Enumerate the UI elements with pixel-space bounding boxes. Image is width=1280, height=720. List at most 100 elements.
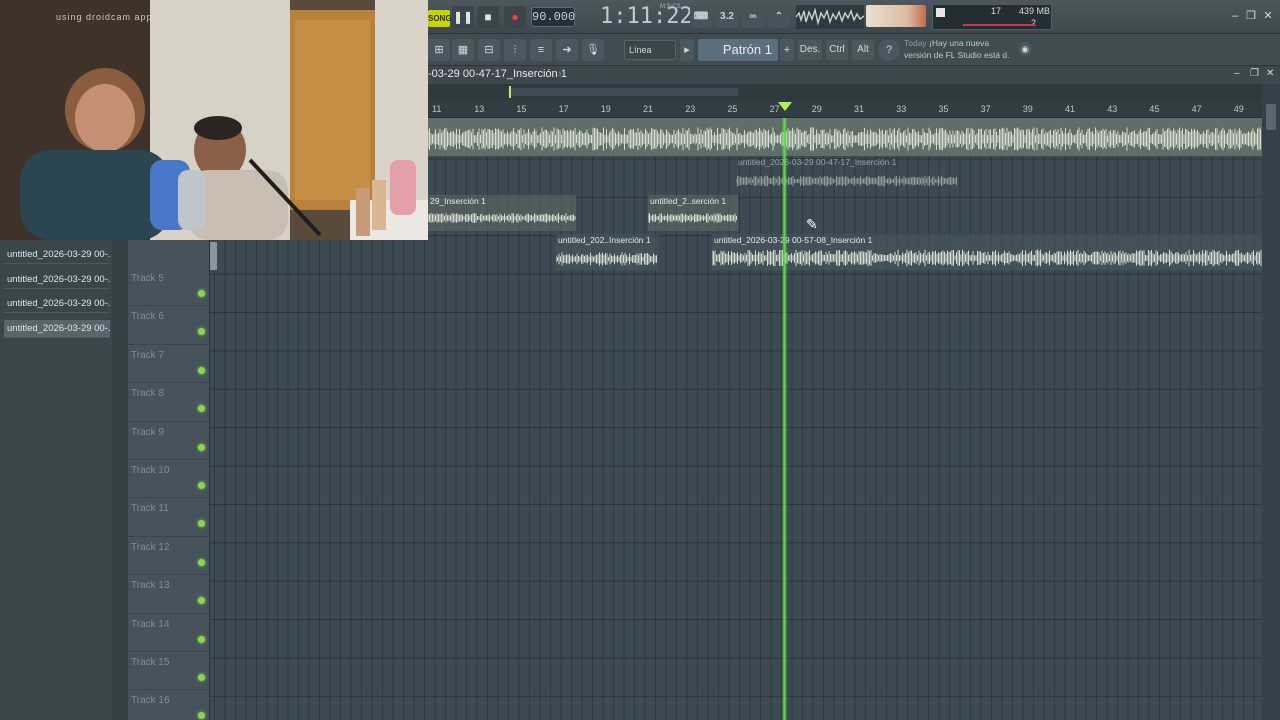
add-pattern-icon[interactable]: + xyxy=(780,39,794,61)
track-resize-handle[interactable] xyxy=(210,242,217,270)
browser-item-selected[interactable]: untitled_2026-03-29 00-... xyxy=(4,320,110,338)
arrow-right-icon[interactable]: ➜ xyxy=(556,39,578,61)
globe-icon[interactable]: ◉ xyxy=(1018,42,1032,56)
track-header[interactable]: Track 5 xyxy=(128,268,210,307)
track-header[interactable]: Track 15 xyxy=(128,652,210,691)
track-name: Track 5 xyxy=(131,273,164,284)
track-name: Track 11 xyxy=(131,503,169,515)
song-mode-button[interactable]: SONG xyxy=(428,10,452,27)
playlist-icon[interactable]: ⊞ xyxy=(428,39,450,61)
microphone-icon[interactable]: 🎙 xyxy=(582,39,604,61)
track-header[interactable]: Track 7 xyxy=(128,345,210,384)
audio-clip[interactable]: untitled_202..Inserción 1 xyxy=(556,234,658,270)
record-button[interactable]: ● xyxy=(504,6,526,28)
ruler-tick: 37 xyxy=(980,104,991,114)
scrollbar-thumb[interactable] xyxy=(1266,104,1276,130)
track-name: Track 6 xyxy=(131,311,164,323)
track-mute-led-icon[interactable] xyxy=(198,405,205,413)
track-header[interactable]: Track 16 xyxy=(128,690,210,720)
snap-selector[interactable]: Línea xyxy=(624,40,676,60)
ctrl-button[interactable]: Ctrl xyxy=(826,40,848,60)
clip-label: untitled_2026-03-29 00-47-17_Inserción 1 xyxy=(738,157,897,167)
typing-keyboard-icon[interactable]: ⌨ xyxy=(690,6,712,28)
pause-button[interactable]: ❚❚ xyxy=(452,6,474,28)
ruler-tick: 47 xyxy=(1191,104,1202,114)
playlist-close-icon[interactable]: ✕ xyxy=(1266,68,1274,79)
track-mute-led-icon[interactable] xyxy=(198,712,205,720)
vertical-scrollbar[interactable] xyxy=(1262,84,1280,720)
track-header[interactable]: Track 9 xyxy=(128,422,210,460)
loop-record-icon[interactable]: ∞ xyxy=(742,6,764,28)
countdown-icon[interactable]: 3.2 xyxy=(716,6,738,28)
audio-clip[interactable]: untitled_2..serción 1 xyxy=(648,195,738,231)
track-mute-led-icon[interactable] xyxy=(198,443,205,451)
fl-studio-window: SONG ❚❚ ■ ● 90.000 1:11:22 M:S:CS ⌨ 3.2 … xyxy=(0,0,1280,720)
play-pattern-icon[interactable]: ▸ xyxy=(680,39,694,61)
playlist-maximize-icon[interactable]: ❐ xyxy=(1250,68,1259,79)
track-mute-led-icon[interactable] xyxy=(198,597,205,605)
webcam-feed-image xyxy=(0,0,428,240)
track-mute-led-icon[interactable] xyxy=(198,482,205,489)
minimize-icon[interactable]: – xyxy=(1228,9,1242,23)
alt-button[interactable]: Alt xyxy=(852,40,874,60)
ruler-tick: 49 xyxy=(1233,104,1244,114)
track-header[interactable]: Track 14 xyxy=(128,614,210,652)
track-name: Track 16 xyxy=(131,695,170,707)
track-header[interactable]: Track 10 xyxy=(128,460,210,499)
mixer-icon[interactable]: ⫶ xyxy=(504,39,526,61)
track-mute-led-icon[interactable] xyxy=(198,290,205,297)
pattern-selector[interactable]: Patrón 1 xyxy=(698,39,778,61)
browser-item[interactable]: untitled_2026-03-29 00-... xyxy=(4,246,110,264)
playlist-overview[interactable]: ▴ xyxy=(428,84,1267,100)
stop-button[interactable]: ■ xyxy=(477,6,499,28)
clip-label: untitled_2..serción 1 xyxy=(650,196,727,206)
track-mute-led-icon[interactable] xyxy=(198,520,205,528)
track-mute-led-icon[interactable] xyxy=(198,558,205,566)
track-header[interactable]: Track 6 xyxy=(128,306,210,345)
track-name: Track 14 xyxy=(131,618,170,630)
news-today: Today xyxy=(904,38,927,48)
time-unit-label: M:S:CS xyxy=(660,4,681,10)
desc-button[interactable]: Des. xyxy=(798,40,822,60)
clip-waveform xyxy=(712,249,1262,267)
piano-roll-icon[interactable]: ▦ xyxy=(452,39,474,61)
maximize-icon[interactable]: ❐ xyxy=(1244,9,1258,23)
track-mute-led-icon[interactable] xyxy=(198,674,205,681)
playhead-marker-icon[interactable] xyxy=(778,102,792,111)
playlist-minimize-icon[interactable]: – xyxy=(1234,68,1240,79)
tempo-display[interactable]: 90.000 xyxy=(531,7,575,27)
master-volume-meter[interactable] xyxy=(866,5,926,27)
help-icon[interactable]: ? xyxy=(878,39,900,61)
track-header[interactable]: Track 11 xyxy=(128,498,210,537)
ruler-tick: 15 xyxy=(516,104,527,114)
audio-clip[interactable] xyxy=(428,120,1262,156)
playlist-title: -03-29 00-47-17_Inserción 1 xyxy=(428,68,567,80)
plugin-picker-icon[interactable]: ≡ xyxy=(530,39,552,61)
track-mute-led-icon[interactable] xyxy=(198,328,205,336)
memory-value: 439 MB xyxy=(1019,6,1051,16)
metronome-icon[interactable]: ⌃ xyxy=(768,6,790,28)
track-header[interactable]: Track 8 xyxy=(128,383,210,422)
browser-item[interactable]: untitled_2026-03-29 00-... xyxy=(4,271,110,289)
chevron-right-icon: › xyxy=(558,68,562,80)
record-icon: ● xyxy=(511,10,519,24)
audio-clip[interactable]: 29_Inserción 1 xyxy=(428,195,576,231)
audio-clip[interactable]: untitled_2026-03-29 00-47-17_Inserción 1 xyxy=(736,156,958,192)
overview-window[interactable] xyxy=(508,88,738,96)
channel-rack-icon[interactable]: ⊟ xyxy=(478,39,500,61)
time-ruler[interactable]: 11 13 15 17 19 21 23 25 27 29 31 33 35 37 39 41 43 45 47 49 xyxy=(428,100,1262,118)
cpu-load-bar xyxy=(963,24,1035,26)
track-mute-led-icon[interactable] xyxy=(198,366,205,374)
clip-label: untitled_2026-03-29 00-57-08_Inserción 1 xyxy=(714,235,873,245)
playlist-titlebar: -03-29 00-47-17_Inserción 1 › – ❐ ✕ xyxy=(428,66,1280,84)
clip-waveform xyxy=(428,213,576,223)
browser-item[interactable]: untitled_2026-03-29 00-... xyxy=(4,295,110,313)
track-mute-led-icon[interactable] xyxy=(198,635,205,643)
audio-clip[interactable]: untitled_2026-03-29 00-57-08_Inserción 1 xyxy=(712,234,1262,270)
close-icon[interactable]: ✕ xyxy=(1261,9,1275,23)
track-header[interactable]: Track 13 xyxy=(128,575,210,614)
track-name: Track 8 xyxy=(131,388,164,400)
track-name: Track 7 xyxy=(131,349,164,361)
ruler-tick: 45 xyxy=(1149,104,1160,114)
track-header[interactable]: Track 12 xyxy=(128,537,210,576)
